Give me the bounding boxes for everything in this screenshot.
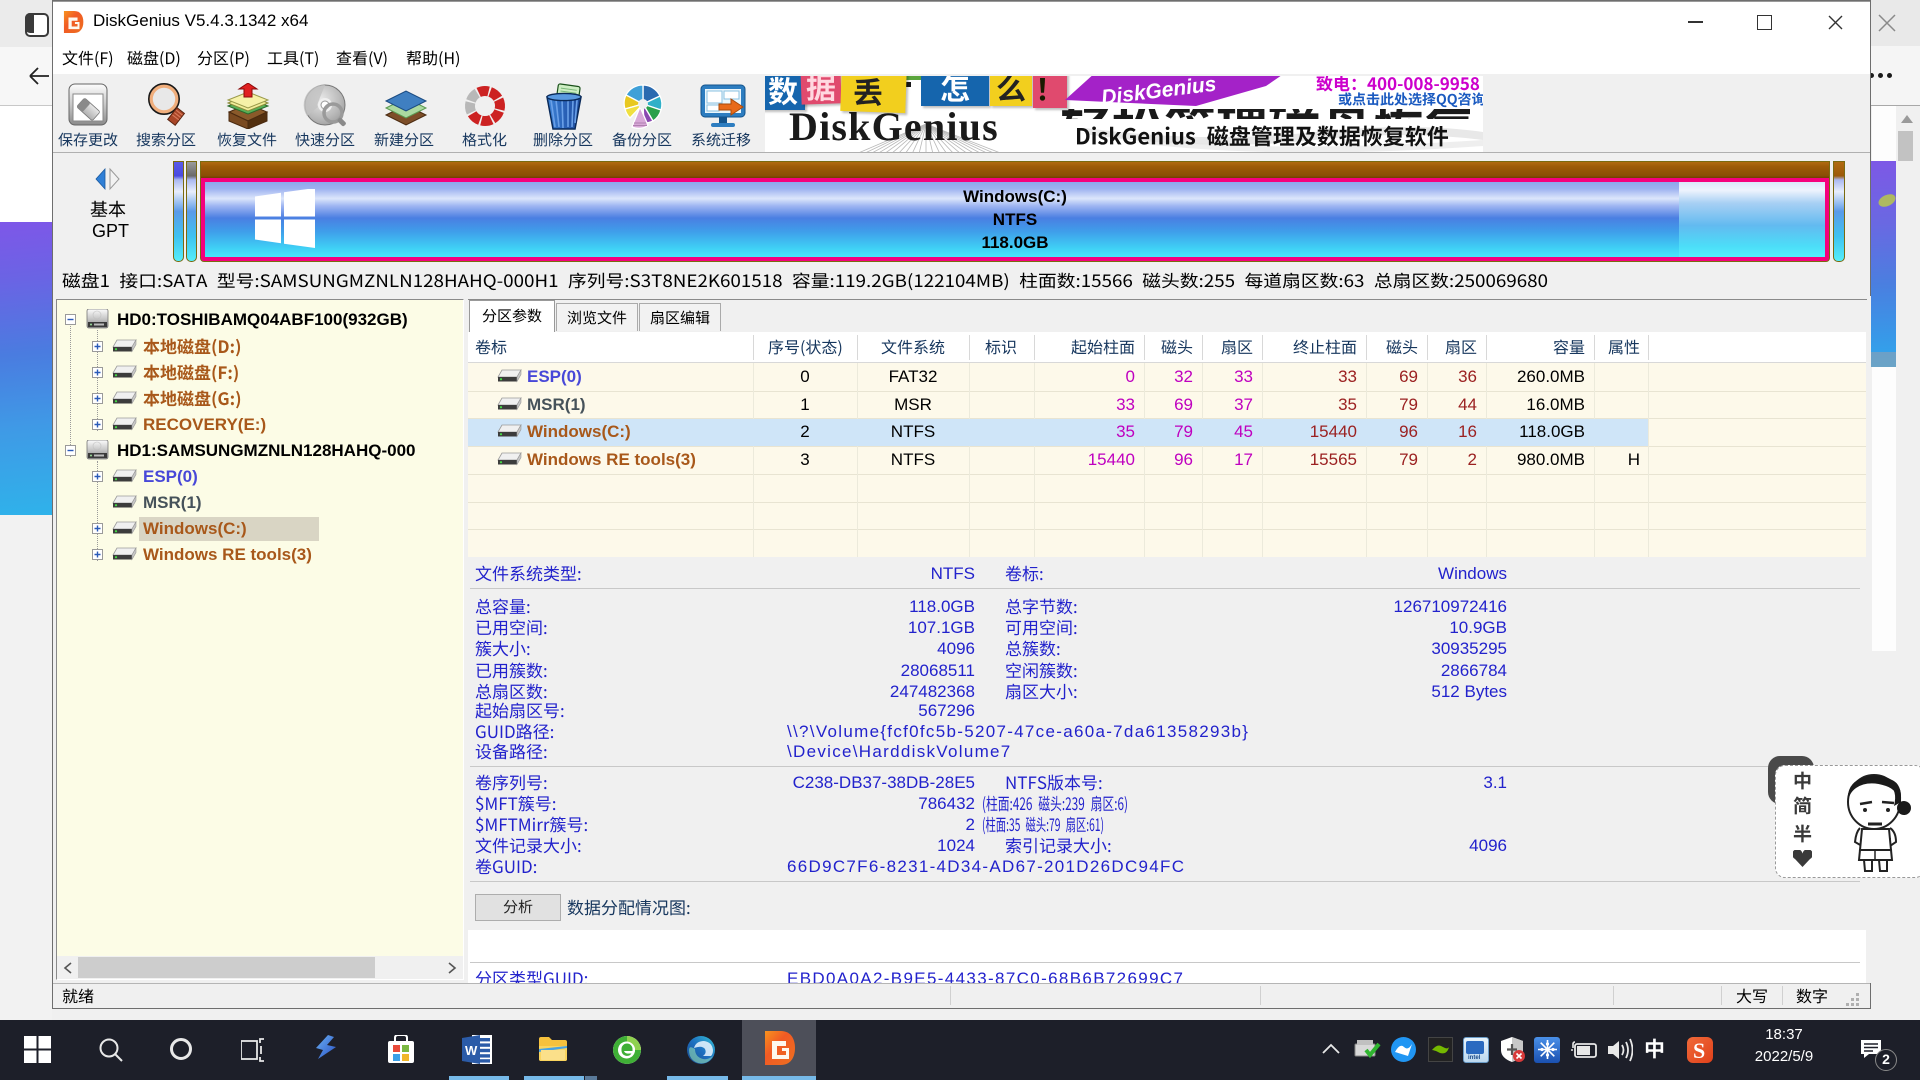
svg-text:W: W [465, 1043, 478, 1058]
